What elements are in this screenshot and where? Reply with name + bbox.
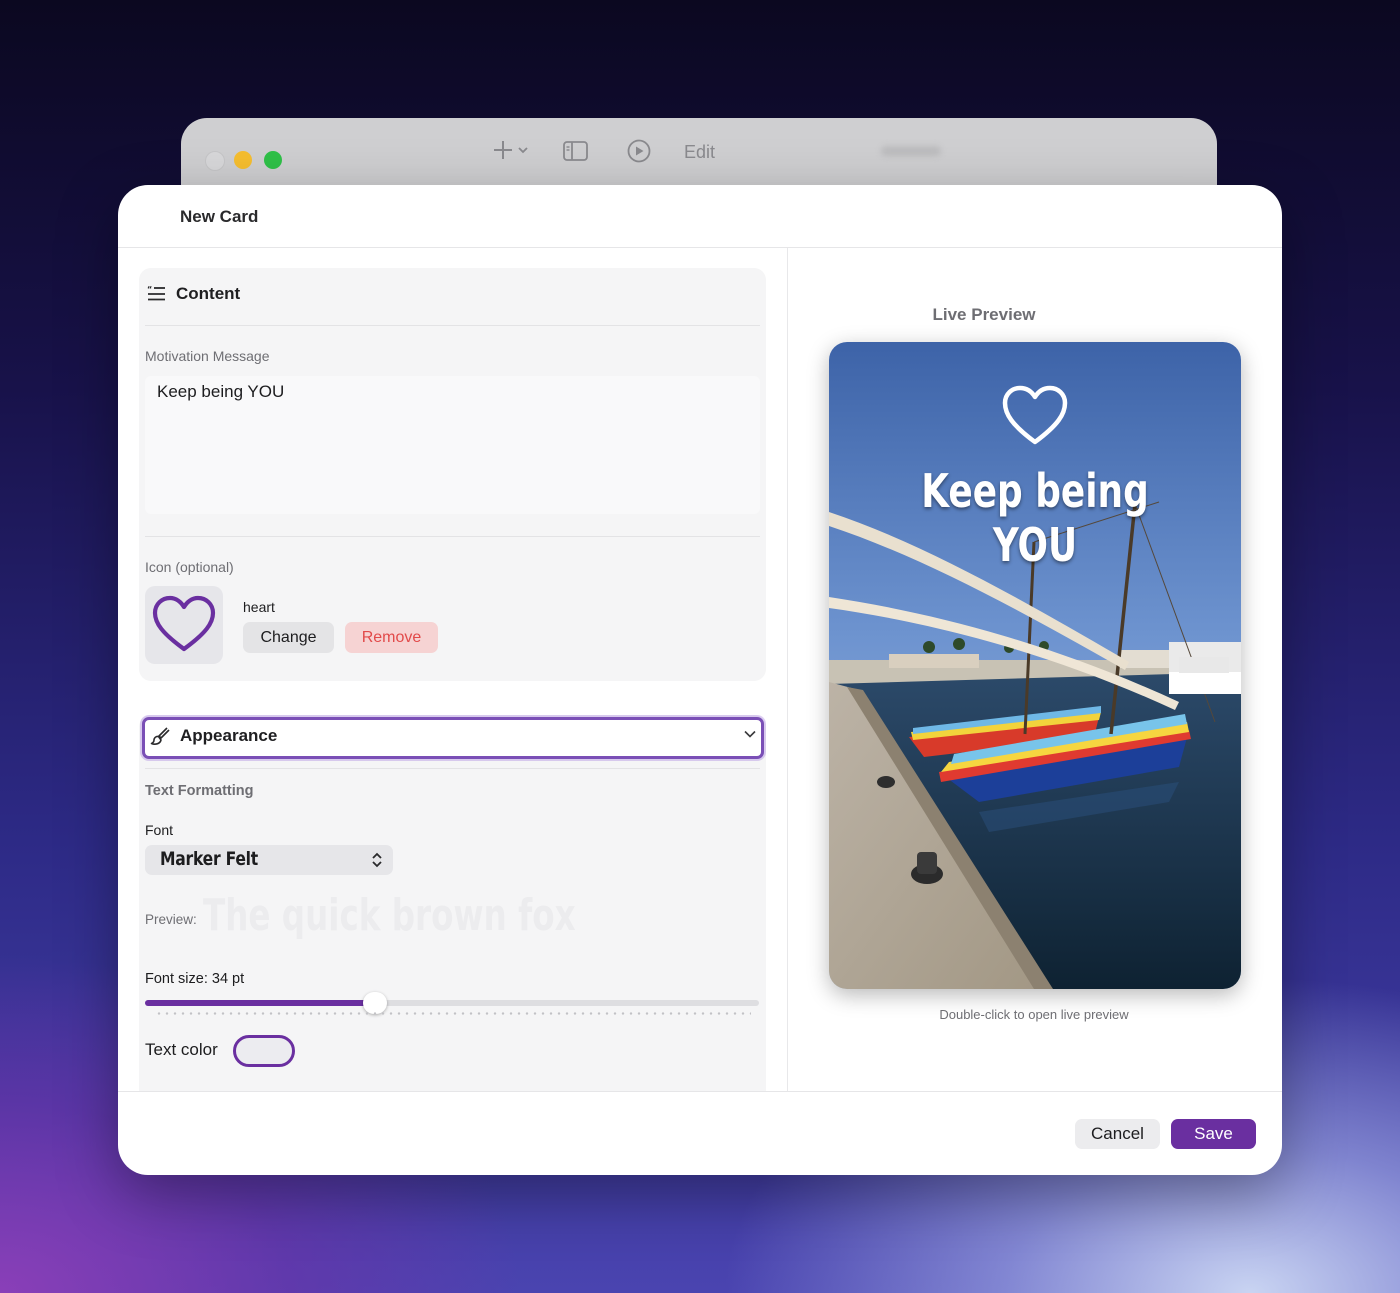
live-preview-title: Live Preview bbox=[932, 305, 1036, 324]
appearance-section: Appearance Text Formatting Font Marker F… bbox=[139, 715, 766, 1091]
font-size-label: Font size: 34 pt bbox=[145, 971, 245, 987]
chevron-up-down-icon bbox=[372, 852, 382, 868]
content-header-label: Content bbox=[176, 284, 241, 303]
remove-icon-button[interactable]: Remove bbox=[345, 622, 438, 653]
preview-label: Preview: bbox=[145, 912, 197, 927]
appearance-header-label: Appearance bbox=[180, 726, 278, 745]
live-preview-hint: Double-click to open live preview bbox=[939, 1007, 1129, 1022]
font-picker-value: Marker Felt bbox=[160, 848, 258, 870]
font-size-slider-fill bbox=[145, 1000, 376, 1006]
window-minimize-button[interactable] bbox=[234, 151, 252, 169]
font-size-slider-thumb[interactable] bbox=[363, 992, 388, 1014]
font-label: Font bbox=[145, 822, 174, 838]
text-color-well[interactable] bbox=[233, 1035, 295, 1067]
appearance-disclosure[interactable]: Appearance bbox=[142, 717, 764, 759]
sidebar-toggle-button[interactable] bbox=[562, 138, 590, 169]
form-pane: “ Content Motivation Message Keep being … bbox=[118, 248, 787, 1091]
font-size-slider-ticks bbox=[155, 1012, 751, 1015]
content-header: “ Content bbox=[146, 284, 240, 304]
add-menu-button[interactable] bbox=[493, 138, 531, 169]
edit-button[interactable]: Edit bbox=[684, 142, 715, 163]
window-close-button[interactable] bbox=[205, 151, 225, 171]
motivation-message-value: Keep being YOU bbox=[157, 382, 285, 401]
pane-divider bbox=[787, 248, 788, 1091]
appearance-divider bbox=[145, 768, 760, 769]
window-zoom-button[interactable] bbox=[264, 151, 282, 169]
chevron-down-icon bbox=[744, 730, 756, 738]
card-message-text: Keep being YOU bbox=[921, 464, 1149, 572]
icon-name: heart bbox=[243, 599, 275, 615]
text-formatting-label: Text Formatting bbox=[145, 783, 254, 799]
sidebar-toggle-icon bbox=[563, 141, 588, 161]
card-heart-icon bbox=[1002, 385, 1068, 445]
paintbrush-icon bbox=[150, 727, 170, 745]
font-preview-sample: The quick brown fox bbox=[203, 890, 576, 941]
text-quote-icon: “ bbox=[147, 285, 165, 301]
footer-divider bbox=[118, 1091, 1282, 1092]
change-icon-button[interactable]: Change bbox=[243, 622, 334, 653]
message-divider bbox=[145, 536, 760, 537]
play-circle-icon bbox=[627, 139, 651, 163]
icon-optional-label: Icon (optional) bbox=[145, 559, 234, 575]
plus-icon bbox=[494, 141, 528, 159]
font-picker[interactable]: Marker Felt bbox=[145, 845, 393, 875]
font-size-slider[interactable] bbox=[145, 992, 759, 1014]
play-button[interactable] bbox=[625, 138, 653, 171]
save-button[interactable]: Save bbox=[1171, 1119, 1256, 1149]
motivation-message-field[interactable]: Keep being YOU bbox=[145, 376, 760, 514]
icon-preview[interactable] bbox=[145, 586, 223, 664]
card-message: Keep being YOU bbox=[829, 464, 1241, 572]
blurred-title bbox=[881, 146, 941, 156]
content-section: “ Content Motivation Message Keep being … bbox=[139, 268, 766, 681]
motivation-message-label: Motivation Message bbox=[145, 348, 270, 364]
dialog-title: New Card bbox=[180, 207, 259, 226]
text-color-label: Text color bbox=[145, 1040, 218, 1059]
new-card-dialog: New Card “ Content Motivation Message Ke… bbox=[118, 185, 1282, 1175]
cancel-button[interactable]: Cancel bbox=[1075, 1119, 1160, 1149]
heart-icon bbox=[152, 595, 216, 652]
svg-text:“: “ bbox=[147, 285, 152, 294]
live-preview-card[interactable]: Keep being YOU bbox=[829, 342, 1241, 989]
content-divider bbox=[145, 325, 760, 326]
